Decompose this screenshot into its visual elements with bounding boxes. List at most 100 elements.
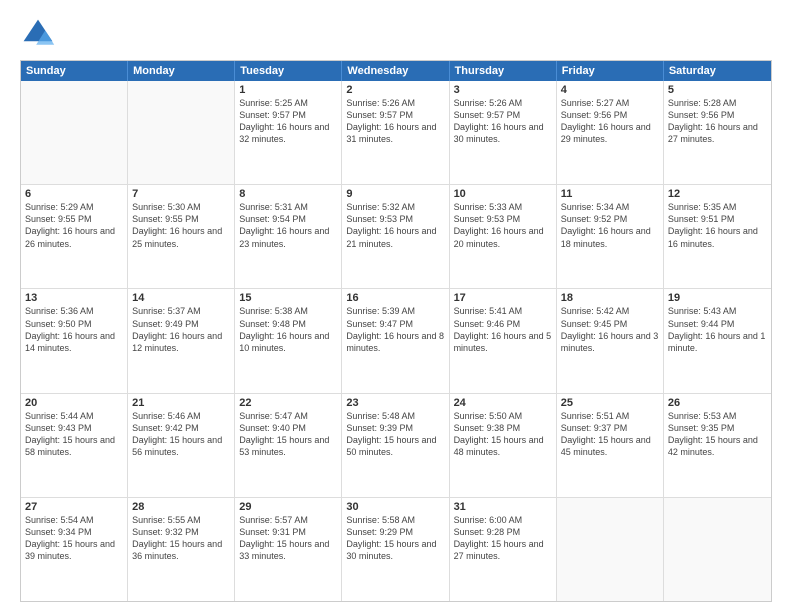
day-number: 21 <box>132 397 230 409</box>
day-number: 2 <box>346 84 444 96</box>
day-cell-16: 16Sunrise: 5:39 AM Sunset: 9:47 PM Dayli… <box>342 289 449 392</box>
day-number: 5 <box>668 84 767 96</box>
day-cell-24: 24Sunrise: 5:50 AM Sunset: 9:38 PM Dayli… <box>450 394 557 497</box>
day-cell-29: 29Sunrise: 5:57 AM Sunset: 9:31 PM Dayli… <box>235 498 342 601</box>
day-number: 24 <box>454 397 552 409</box>
day-number: 26 <box>668 397 767 409</box>
day-header-friday: Friday <box>557 61 664 81</box>
day-info: Sunrise: 5:41 AM Sunset: 9:46 PM Dayligh… <box>454 305 552 354</box>
day-number: 27 <box>25 501 123 513</box>
day-info: Sunrise: 5:43 AM Sunset: 9:44 PM Dayligh… <box>668 305 767 354</box>
day-number: 8 <box>239 188 337 200</box>
day-cell-27: 27Sunrise: 5:54 AM Sunset: 9:34 PM Dayli… <box>21 498 128 601</box>
day-cell-20: 20Sunrise: 5:44 AM Sunset: 9:43 PM Dayli… <box>21 394 128 497</box>
calendar-row-4: 20Sunrise: 5:44 AM Sunset: 9:43 PM Dayli… <box>21 393 771 497</box>
day-info: Sunrise: 5:58 AM Sunset: 9:29 PM Dayligh… <box>346 514 444 563</box>
header <box>20 16 772 52</box>
day-info: Sunrise: 5:48 AM Sunset: 9:39 PM Dayligh… <box>346 410 444 459</box>
empty-cell <box>21 81 128 184</box>
day-number: 6 <box>25 188 123 200</box>
logo-icon <box>20 16 56 52</box>
day-number: 14 <box>132 292 230 304</box>
logo <box>20 16 62 52</box>
day-cell-8: 8Sunrise: 5:31 AM Sunset: 9:54 PM Daylig… <box>235 185 342 288</box>
day-header-sunday: Sunday <box>21 61 128 81</box>
day-info: Sunrise: 5:34 AM Sunset: 9:52 PM Dayligh… <box>561 201 659 250</box>
day-cell-13: 13Sunrise: 5:36 AM Sunset: 9:50 PM Dayli… <box>21 289 128 392</box>
day-cell-6: 6Sunrise: 5:29 AM Sunset: 9:55 PM Daylig… <box>21 185 128 288</box>
day-info: Sunrise: 5:38 AM Sunset: 9:48 PM Dayligh… <box>239 305 337 354</box>
day-cell-5: 5Sunrise: 5:28 AM Sunset: 9:56 PM Daylig… <box>664 81 771 184</box>
day-cell-28: 28Sunrise: 5:55 AM Sunset: 9:32 PM Dayli… <box>128 498 235 601</box>
day-number: 25 <box>561 397 659 409</box>
day-number: 10 <box>454 188 552 200</box>
day-header-saturday: Saturday <box>664 61 771 81</box>
day-info: Sunrise: 5:50 AM Sunset: 9:38 PM Dayligh… <box>454 410 552 459</box>
day-info: Sunrise: 5:31 AM Sunset: 9:54 PM Dayligh… <box>239 201 337 250</box>
day-cell-21: 21Sunrise: 5:46 AM Sunset: 9:42 PM Dayli… <box>128 394 235 497</box>
empty-cell <box>557 498 664 601</box>
day-number: 31 <box>454 501 552 513</box>
day-cell-4: 4Sunrise: 5:27 AM Sunset: 9:56 PM Daylig… <box>557 81 664 184</box>
day-info: Sunrise: 5:44 AM Sunset: 9:43 PM Dayligh… <box>25 410 123 459</box>
day-info: Sunrise: 5:25 AM Sunset: 9:57 PM Dayligh… <box>239 97 337 146</box>
day-number: 19 <box>668 292 767 304</box>
day-number: 22 <box>239 397 337 409</box>
day-number: 30 <box>346 501 444 513</box>
calendar: SundayMondayTuesdayWednesdayThursdayFrid… <box>20 60 772 602</box>
day-cell-7: 7Sunrise: 5:30 AM Sunset: 9:55 PM Daylig… <box>128 185 235 288</box>
day-info: Sunrise: 5:51 AM Sunset: 9:37 PM Dayligh… <box>561 410 659 459</box>
day-number: 29 <box>239 501 337 513</box>
calendar-row-2: 6Sunrise: 5:29 AM Sunset: 9:55 PM Daylig… <box>21 184 771 288</box>
day-number: 28 <box>132 501 230 513</box>
day-number: 20 <box>25 397 123 409</box>
day-cell-9: 9Sunrise: 5:32 AM Sunset: 9:53 PM Daylig… <box>342 185 449 288</box>
day-info: Sunrise: 5:39 AM Sunset: 9:47 PM Dayligh… <box>346 305 444 354</box>
day-info: Sunrise: 5:57 AM Sunset: 9:31 PM Dayligh… <box>239 514 337 563</box>
day-number: 15 <box>239 292 337 304</box>
day-cell-10: 10Sunrise: 5:33 AM Sunset: 9:53 PM Dayli… <box>450 185 557 288</box>
day-number: 9 <box>346 188 444 200</box>
day-info: Sunrise: 5:55 AM Sunset: 9:32 PM Dayligh… <box>132 514 230 563</box>
day-number: 13 <box>25 292 123 304</box>
day-info: Sunrise: 5:35 AM Sunset: 9:51 PM Dayligh… <box>668 201 767 250</box>
day-info: Sunrise: 5:30 AM Sunset: 9:55 PM Dayligh… <box>132 201 230 250</box>
day-cell-14: 14Sunrise: 5:37 AM Sunset: 9:49 PM Dayli… <box>128 289 235 392</box>
empty-cell <box>128 81 235 184</box>
day-info: Sunrise: 5:32 AM Sunset: 9:53 PM Dayligh… <box>346 201 444 250</box>
day-info: Sunrise: 5:26 AM Sunset: 9:57 PM Dayligh… <box>454 97 552 146</box>
day-info: Sunrise: 5:27 AM Sunset: 9:56 PM Dayligh… <box>561 97 659 146</box>
calendar-row-1: 1Sunrise: 5:25 AM Sunset: 9:57 PM Daylig… <box>21 81 771 184</box>
day-number: 12 <box>668 188 767 200</box>
day-cell-2: 2Sunrise: 5:26 AM Sunset: 9:57 PM Daylig… <box>342 81 449 184</box>
day-number: 11 <box>561 188 659 200</box>
day-number: 23 <box>346 397 444 409</box>
day-cell-26: 26Sunrise: 5:53 AM Sunset: 9:35 PM Dayli… <box>664 394 771 497</box>
calendar-row-3: 13Sunrise: 5:36 AM Sunset: 9:50 PM Dayli… <box>21 288 771 392</box>
day-header-wednesday: Wednesday <box>342 61 449 81</box>
day-cell-23: 23Sunrise: 5:48 AM Sunset: 9:39 PM Dayli… <box>342 394 449 497</box>
day-info: Sunrise: 5:54 AM Sunset: 9:34 PM Dayligh… <box>25 514 123 563</box>
day-cell-1: 1Sunrise: 5:25 AM Sunset: 9:57 PM Daylig… <box>235 81 342 184</box>
day-info: Sunrise: 5:37 AM Sunset: 9:49 PM Dayligh… <box>132 305 230 354</box>
day-info: Sunrise: 5:26 AM Sunset: 9:57 PM Dayligh… <box>346 97 444 146</box>
day-cell-30: 30Sunrise: 5:58 AM Sunset: 9:29 PM Dayli… <box>342 498 449 601</box>
day-number: 16 <box>346 292 444 304</box>
page: SundayMondayTuesdayWednesdayThursdayFrid… <box>0 0 792 612</box>
calendar-row-5: 27Sunrise: 5:54 AM Sunset: 9:34 PM Dayli… <box>21 497 771 601</box>
day-cell-19: 19Sunrise: 5:43 AM Sunset: 9:44 PM Dayli… <box>664 289 771 392</box>
day-cell-25: 25Sunrise: 5:51 AM Sunset: 9:37 PM Dayli… <box>557 394 664 497</box>
day-info: Sunrise: 6:00 AM Sunset: 9:28 PM Dayligh… <box>454 514 552 563</box>
day-info: Sunrise: 5:47 AM Sunset: 9:40 PM Dayligh… <box>239 410 337 459</box>
day-number: 1 <box>239 84 337 96</box>
day-cell-3: 3Sunrise: 5:26 AM Sunset: 9:57 PM Daylig… <box>450 81 557 184</box>
day-info: Sunrise: 5:28 AM Sunset: 9:56 PM Dayligh… <box>668 97 767 146</box>
day-cell-11: 11Sunrise: 5:34 AM Sunset: 9:52 PM Dayli… <box>557 185 664 288</box>
day-number: 4 <box>561 84 659 96</box>
day-cell-18: 18Sunrise: 5:42 AM Sunset: 9:45 PM Dayli… <box>557 289 664 392</box>
day-info: Sunrise: 5:36 AM Sunset: 9:50 PM Dayligh… <box>25 305 123 354</box>
day-cell-15: 15Sunrise: 5:38 AM Sunset: 9:48 PM Dayli… <box>235 289 342 392</box>
day-number: 18 <box>561 292 659 304</box>
day-cell-22: 22Sunrise: 5:47 AM Sunset: 9:40 PM Dayli… <box>235 394 342 497</box>
day-number: 3 <box>454 84 552 96</box>
